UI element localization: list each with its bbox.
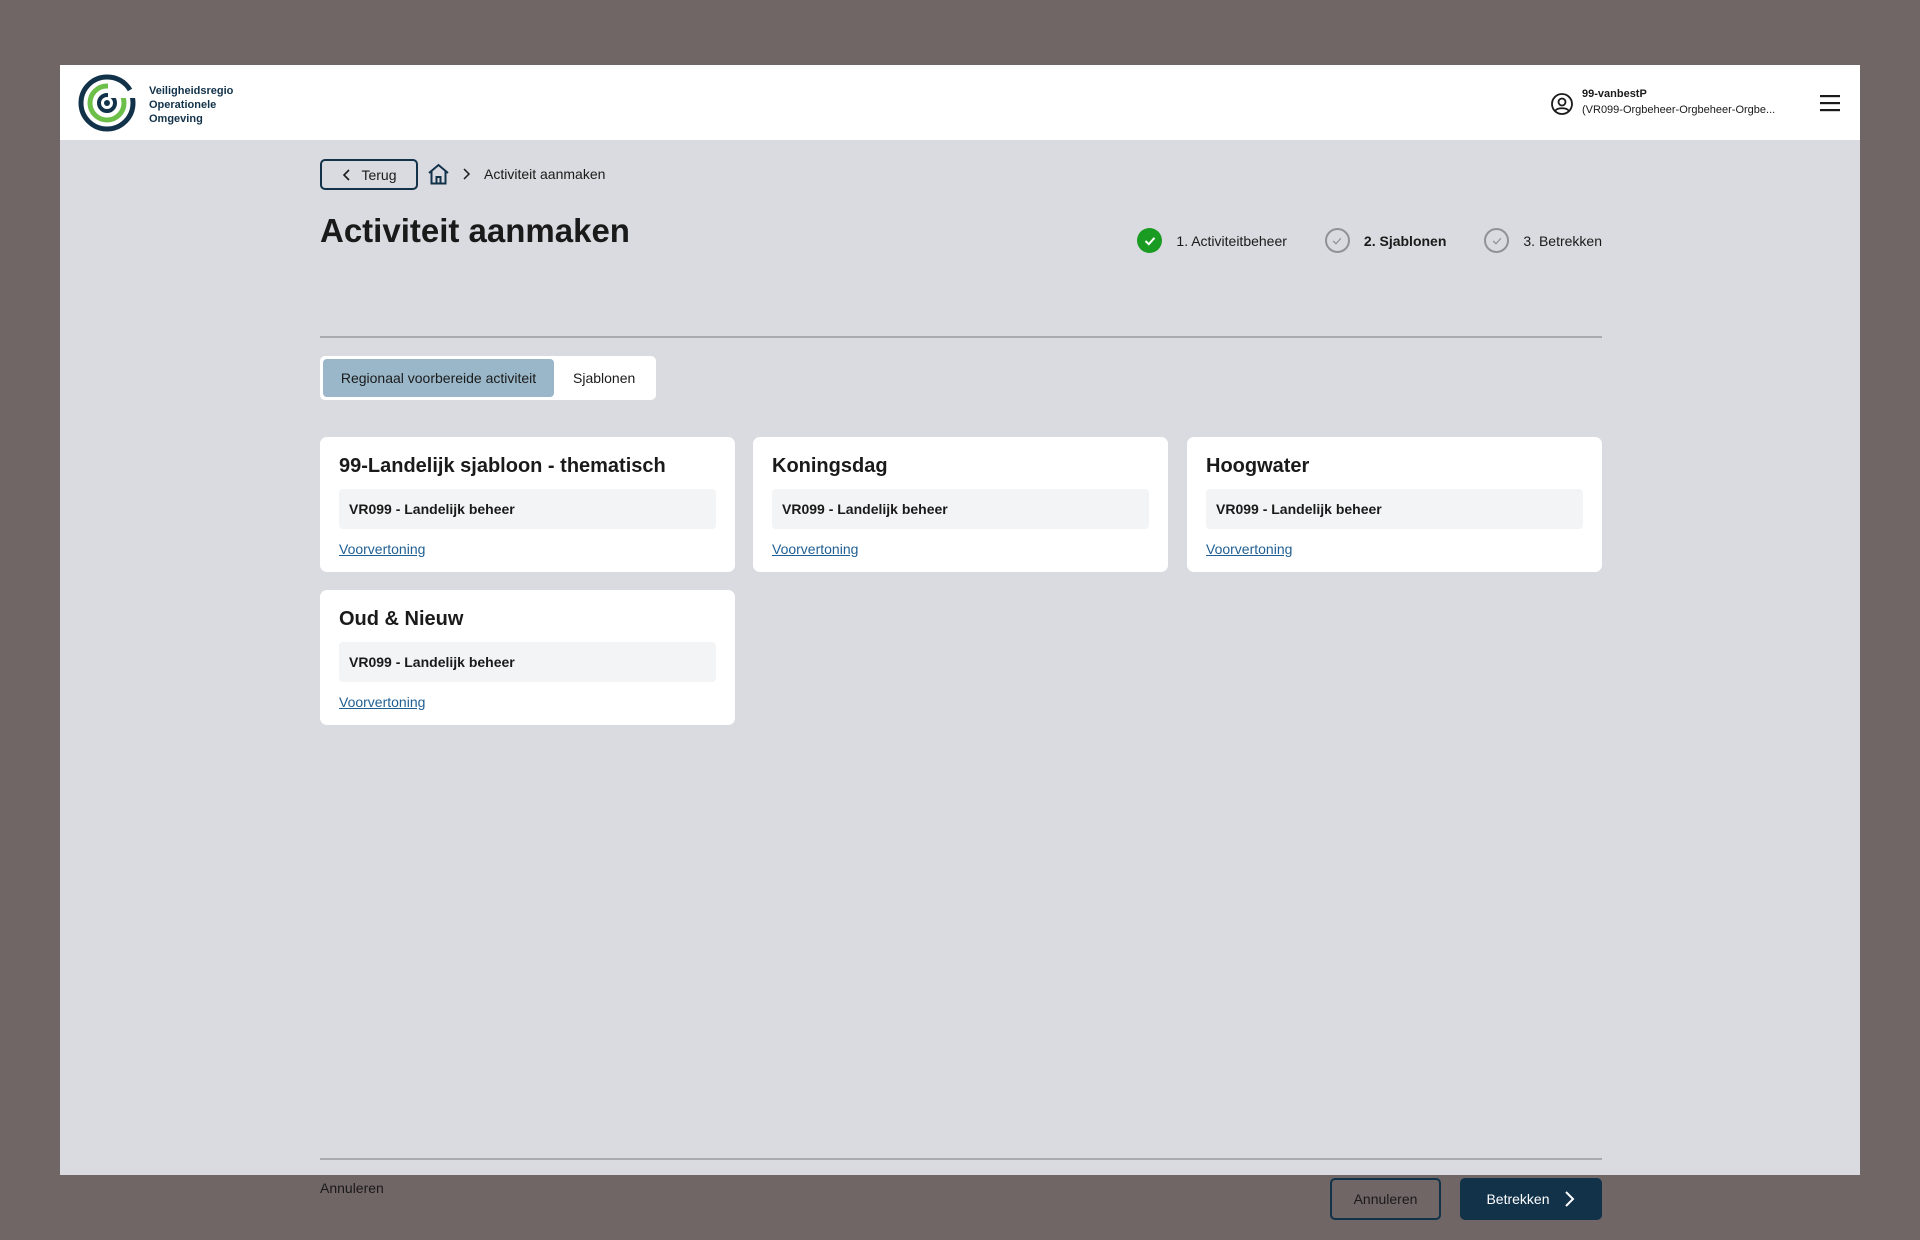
template-card[interactable]: Koningsdag VR099 - Landelijk beheer Voor…: [753, 437, 1168, 572]
footer-cancel-text: Annuleren: [320, 1180, 384, 1196]
preview-link[interactable]: Voorvertoning: [339, 694, 425, 710]
preview-link[interactable]: Voorvertoning: [1206, 541, 1292, 557]
chevron-right-icon: [1564, 1191, 1574, 1207]
chevron-left-icon: [343, 168, 351, 181]
check-circle-icon: [1137, 228, 1163, 253]
betrekken-button-label: Betrekken: [1486, 1191, 1550, 1207]
template-card[interactable]: Hoogwater VR099 - Landelijk beheer Voorv…: [1187, 437, 1602, 572]
tab-sjablonen[interactable]: Sjablonen: [554, 359, 654, 397]
cancel-button[interactable]: Annuleren: [1330, 1178, 1441, 1220]
breadcrumb-current: Activiteit aanmaken: [484, 166, 606, 182]
logo-line-1: Veiligheidsregio: [149, 85, 234, 97]
stepper: 1. Activiteitbeheer 2. Sjablonen 3. Betr…: [1099, 228, 1602, 253]
app-window: Veiligheidsregio Operationele Omgeving 9…: [60, 65, 1860, 1220]
template-card[interactable]: 99-Landelijk sjabloon - thematisch VR099…: [320, 437, 735, 572]
footer-divider: [320, 1158, 1602, 1160]
user-name: 99-vanbestP: [1582, 88, 1647, 100]
step-sjablonen: 2. Sjablonen: [1324, 228, 1447, 253]
step-betrekken: 3. Betrekken: [1484, 228, 1602, 253]
card-organisation-tag: VR099 - Landelijk beheer: [772, 489, 1149, 529]
step-label: 3. Betrekken: [1523, 232, 1602, 249]
tab-regionaal-voorbereide-activiteit[interactable]: Regionaal voorbereide activiteit: [323, 359, 554, 397]
back-button-label: Terug: [361, 166, 397, 183]
card-title: Koningsdag: [772, 455, 888, 477]
user-menu[interactable]: 99-vanbestP (VR099-Orgbeheer-Orgbeheer-O…: [1550, 87, 1780, 121]
user-circle-icon: [1551, 93, 1573, 115]
card-organisation-tag: VR099 - Landelijk beheer: [339, 642, 716, 682]
segmented-tabs: Regionaal voorbereide activiteit Sjablon…: [320, 356, 656, 400]
chevron-right-icon: [463, 168, 471, 180]
main-content: Terug Activiteit aanmaken Activiteit aan…: [320, 140, 1602, 1220]
card-title: Oud & Nieuw: [339, 608, 464, 630]
check-circle-outline-icon: [1484, 228, 1510, 253]
template-card[interactable]: Oud & Nieuw VR099 - Landelijk beheer Voo…: [320, 590, 735, 725]
page-title: Activiteit aanmaken: [320, 212, 630, 249]
card-organisation-tag: VR099 - Landelijk beheer: [1206, 489, 1583, 529]
card-title: Hoogwater: [1206, 455, 1310, 477]
user-organisation: (VR099-Orgbeheer-Orgbeheer-Orgbe...: [1582, 104, 1776, 116]
hamburger-menu-icon[interactable]: [1819, 92, 1841, 114]
step-label: 2. Sjablonen: [1363, 232, 1447, 249]
back-button[interactable]: Terug: [320, 159, 418, 190]
logo-line-2: Operationele: [149, 99, 217, 111]
betrekken-button[interactable]: Betrekken: [1460, 1178, 1602, 1220]
step-activiteitbeheer: 1. Activiteitbeheer: [1137, 228, 1287, 253]
card-organisation-tag: VR099 - Landelijk beheer: [339, 489, 716, 529]
check-circle-outline-icon: [1324, 228, 1350, 253]
header-divider: [320, 336, 1602, 338]
step-label: 1. Activiteitbeheer: [1176, 232, 1287, 249]
preview-link[interactable]: Voorvertoning: [772, 541, 858, 557]
top-bar: Veiligheidsregio Operationele Omgeving 9…: [60, 65, 1860, 140]
home-icon[interactable]: [426, 162, 451, 187]
card-title: 99-Landelijk sjabloon - thematisch: [339, 455, 666, 477]
logo-line-3: Omgeving: [149, 113, 203, 125]
logo-icon: [78, 74, 136, 132]
preview-link[interactable]: Voorvertoning: [339, 541, 425, 557]
logo-text: Veiligheidsregio Operationele Omgeving: [149, 84, 233, 126]
